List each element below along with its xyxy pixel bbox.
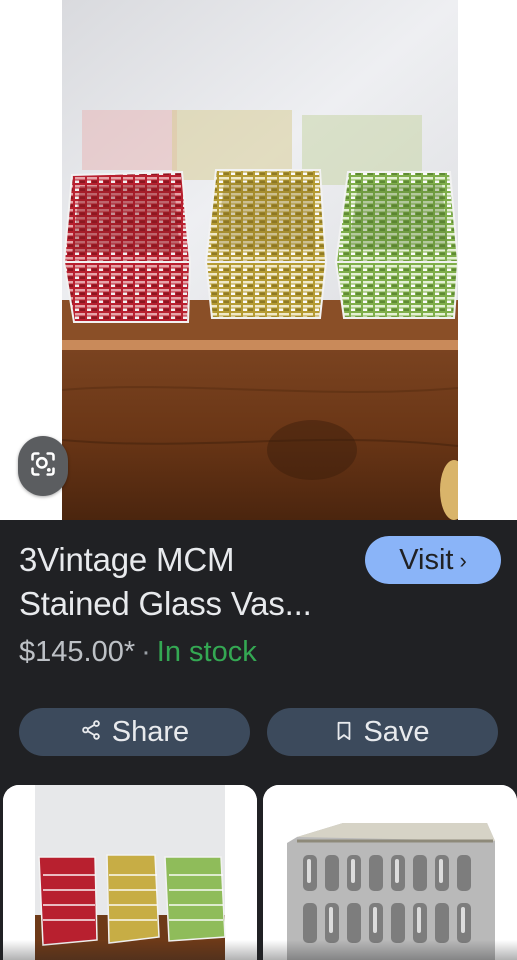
bottom-fade: [0, 940, 517, 960]
hero-product-image[interactable]: [62, 0, 458, 520]
visit-button[interactable]: Visit ›: [365, 536, 501, 584]
product-title[interactable]: 3Vintage MCM Stained Glass Vas...: [19, 538, 349, 626]
share-button[interactable]: Share: [19, 708, 250, 756]
related-result-card[interactable]: [263, 785, 517, 960]
related-result-card[interactable]: [3, 785, 257, 960]
product-viewer: 3Vintage MCM Stained Glass Vas... Visit …: [0, 0, 517, 960]
share-label: Share: [111, 715, 190, 748]
price: $145.00*: [19, 636, 136, 668]
product-title-line-2: Stained Glass Vas...: [19, 585, 312, 622]
related-result-image: [3, 785, 257, 960]
share-icon: [80, 716, 102, 749]
stock-status: In stock: [156, 636, 257, 668]
lens-search-button[interactable]: [18, 436, 68, 496]
visit-label: Visit: [399, 543, 454, 576]
price-row: $145.00* · In stock: [19, 636, 257, 669]
save-label: Save: [363, 715, 430, 748]
product-title-line-1: 3Vintage MCM: [19, 541, 235, 578]
separator-dot: ·: [141, 636, 151, 668]
bookmark-icon: [335, 716, 353, 749]
product-info-panel: 3Vintage MCM Stained Glass Vas... Visit …: [0, 520, 517, 785]
related-result-image: [263, 785, 517, 960]
lens-search-icon: [29, 450, 57, 483]
image-backdrop-right: [458, 0, 517, 520]
chevron-right-icon: ›: [459, 548, 467, 573]
save-button[interactable]: Save: [267, 708, 498, 756]
